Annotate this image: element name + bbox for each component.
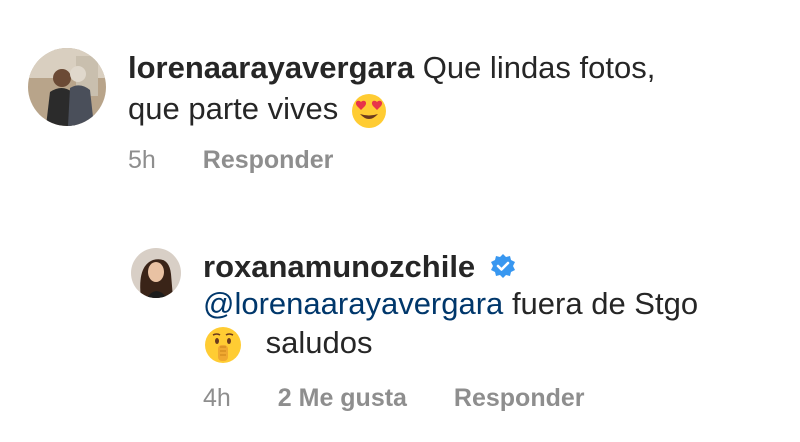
comment-meta: 5h Responder	[128, 146, 333, 175]
reply-text-line2-row: saludos	[203, 322, 372, 365]
comment-text-line1: Que lindas fotos,	[422, 50, 656, 85]
avatar-image	[131, 248, 181, 298]
comment-text: lorenaarayavergara Que lindas fotos,	[128, 47, 655, 89]
comment-reply-button[interactable]: Responder	[203, 146, 334, 175]
reply-mention-link[interactable]: @lorenaarayavergara	[203, 286, 503, 321]
comment-text-line2-row: que parte vives	[128, 88, 387, 130]
comment-time: 5h	[128, 146, 156, 174]
heart-eyes-emoji-icon	[351, 93, 387, 129]
reply-text-line1-row: @lorenaarayavergara fuera de Stgo	[203, 283, 698, 325]
reply-meta: 4h 2 Me gusta Responder	[203, 384, 585, 413]
shushing-face-emoji-icon	[203, 325, 243, 365]
reply-reply-button[interactable]: Responder	[454, 384, 585, 413]
reply-text-line1: fuera de Stgo	[511, 286, 699, 321]
reply-text-line2: saludos	[265, 325, 373, 360]
comment-username[interactable]: lorenaarayavergara	[128, 50, 414, 85]
avatar-roxanamunozchile[interactable]	[131, 248, 181, 298]
avatar-image	[28, 48, 106, 126]
reply-username[interactable]: roxanamunozchile	[203, 249, 475, 284]
reply-likes-button[interactable]: 2 Me gusta	[278, 384, 407, 413]
comment-text-line2: que parte vives	[128, 91, 339, 126]
reply-time: 4h	[203, 384, 231, 412]
avatar-lorenaarayavergara[interactable]	[28, 48, 106, 126]
